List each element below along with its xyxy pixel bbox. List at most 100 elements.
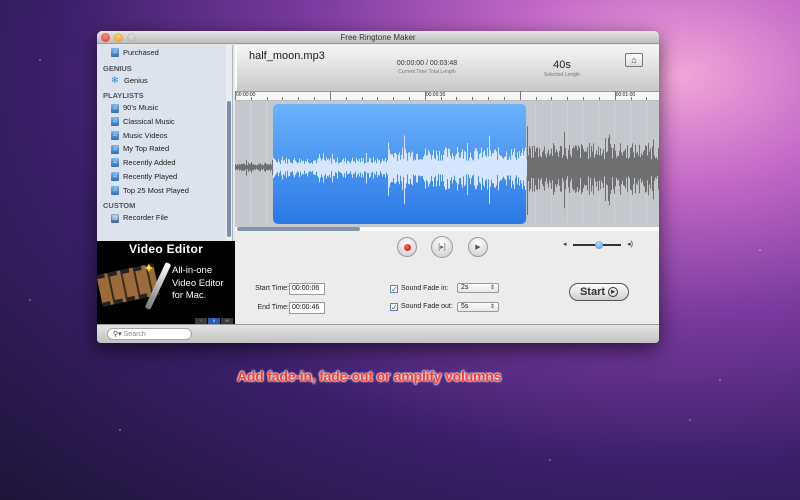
fade-out-label: Sound Fade out:	[401, 303, 453, 310]
start-button-label: Start	[579, 286, 606, 298]
ruler-tick	[329, 91, 331, 100]
source-sidebar: ♫ Purchased GENIUS ✻ Genius PLAYLISTS ♫ 9…	[97, 45, 233, 241]
waveform-view[interactable]	[235, 101, 659, 227]
ruler-tick	[345, 97, 347, 100]
controls-panel: [▸] ▶ ◂ ◂) Start Time: 00:00:06 End Time…	[235, 231, 659, 324]
ad-text: All-in-one Video Editor for Mac.	[172, 265, 224, 303]
play-button[interactable]: ▶	[468, 237, 488, 257]
waveform-canvas[interactable]	[235, 101, 659, 227]
start-button[interactable]: Start ▶	[569, 283, 629, 301]
ruler-tick	[472, 97, 474, 100]
select-arrows-icon: ⇕	[489, 285, 495, 291]
play-selection-icon: [▸]	[438, 244, 446, 251]
ruler-tick	[393, 97, 395, 100]
sidebar-item-music-videos[interactable]: ♫ Music Videos	[97, 129, 232, 143]
fade-in-checkbox[interactable]: ✓	[390, 285, 398, 294]
volume-high-icon: ◂)	[627, 241, 633, 248]
play-icon: ▶	[475, 244, 481, 251]
sidebar-scrollbar[interactable]	[226, 45, 232, 241]
sidebar-item-label: My Top Rated	[123, 144, 170, 154]
search-placeholder: Search	[123, 331, 146, 338]
bottom-bar: ⚲▾ Search	[97, 324, 659, 343]
sidebar-item-label: Recorder File	[123, 213, 169, 223]
ruler-tick	[266, 97, 268, 100]
ruler-tick	[314, 97, 316, 100]
ruler-tick	[488, 97, 490, 100]
file-name: half_moon.mp3	[249, 50, 325, 62]
ad-line: All-in-one	[172, 265, 213, 276]
ad-line: Video Editor	[172, 277, 224, 289]
sidebar-item-label: Recently Added	[123, 158, 176, 168]
selected-length: 40s	[553, 59, 571, 71]
store-icon: ♫	[111, 48, 119, 58]
start-time-field[interactable]: 00:00:06	[289, 283, 325, 295]
playlist-icon: ♫	[111, 144, 119, 154]
fade-out-select[interactable]: 5s ⇕	[457, 302, 499, 312]
sidebar-item-my-top-rated[interactable]: ♫ My Top Rated	[97, 142, 232, 156]
ruler-tick	[409, 97, 411, 100]
sidebar-item-label: Music Videos	[123, 130, 168, 140]
video-editor-ad-banner[interactable]: ✦ Video Editor All-in-one Video Editor f…	[97, 241, 235, 324]
sidebar-item-recently-added[interactable]: ♫ Recently Added	[97, 156, 232, 170]
selected-length-caption: Selected Length	[543, 72, 581, 78]
playlist-icon: ♫	[111, 103, 119, 113]
fade-in-label: Sound Fade in:	[401, 285, 449, 292]
ruler-tick	[646, 97, 648, 100]
ruler-tick	[583, 97, 585, 100]
fade-out-checkbox[interactable]: ✓	[390, 303, 398, 312]
time-readout-caption: Current Time Total Length	[398, 69, 456, 75]
ad-title: Video Editor	[129, 242, 204, 256]
play-circle-icon: ▶	[608, 287, 619, 297]
select-arrows-icon: ⇕	[489, 304, 495, 310]
record-button[interactable]	[397, 237, 417, 257]
sidebar-item-label: Recently Played	[123, 171, 178, 181]
ruler-tick	[551, 97, 553, 100]
minimize-window-button[interactable]	[114, 33, 123, 42]
time-ruler[interactable]: 00:00:00 00:00:30 00:01:00	[235, 91, 659, 101]
fade-in-value: 2s	[461, 284, 469, 291]
window-title: Free Ringtone Maker	[340, 33, 416, 42]
sidebar-item-genius[interactable]: ✻ Genius	[97, 74, 232, 88]
ruler-tick	[456, 97, 458, 100]
time-readout: 00:00:00 / 00:03:48	[396, 60, 458, 67]
volume-low-icon: ◂	[563, 241, 567, 248]
end-time-field[interactable]: 00:00:46	[289, 302, 325, 314]
end-time-label: End Time:	[257, 304, 289, 311]
section-heading-genius: GENIUS	[103, 63, 132, 73]
genius-icon: ✻	[111, 75, 119, 86]
sidebar-item-classical-music[interactable]: ♫ Classical Music	[97, 115, 232, 129]
search-icon: ⚲▾	[113, 331, 122, 338]
record-icon	[403, 243, 411, 251]
section-heading-playlists: PLAYLISTS	[103, 91, 144, 101]
sidebar-item-recently-played[interactable]: ♫ Recently Played	[97, 170, 232, 184]
zoom-window-button[interactable]	[127, 33, 136, 42]
ruler-tick	[535, 97, 537, 100]
close-window-button[interactable]	[101, 33, 110, 42]
ruler-label: 00:00:00	[236, 92, 256, 98]
playlist-icon: ♫	[111, 158, 119, 168]
sidebar-item-90s-music[interactable]: ♫ 90's Music	[97, 101, 232, 115]
sidebar-item-label: Top 25 Most Played	[123, 185, 189, 195]
fade-in-select[interactable]: 2s ⇕	[457, 283, 499, 293]
ad-line: for Mac.	[172, 290, 207, 301]
promo-caption: Add fade-in, fade-out or amplify volumns	[237, 368, 502, 384]
sidebar-item-top-25-most-played[interactable]: ♫ Top 25 Most Played	[97, 184, 232, 198]
playlist-icon: ♫	[111, 185, 119, 195]
ruler-tick	[519, 91, 521, 100]
sidebar-item-purchased[interactable]: ♫ Purchased	[97, 46, 232, 60]
volume-slider-knob[interactable]	[595, 241, 604, 249]
playlist-icon: ♫	[111, 131, 119, 141]
recorder-icon: ▤	[111, 213, 119, 223]
play-selection-button[interactable]: [▸]	[431, 236, 453, 258]
app-window: Free Ringtone Maker ♫ Purchased GENIUS ✻…	[97, 31, 659, 343]
ruler-label: 00:01:00	[615, 92, 636, 98]
start-time-label: Start Time:	[255, 285, 289, 292]
fade-out-value: 5s	[461, 303, 469, 310]
sidebar-scroll-thumb[interactable]	[227, 101, 231, 237]
playlist-icon: ♫	[111, 117, 119, 127]
playlist-icon: ♫	[111, 172, 119, 182]
sidebar-item-recorder-file[interactable]: ▤ Recorder File	[97, 211, 232, 225]
sidebar-item-label: Classical Music	[123, 117, 175, 127]
search-field[interactable]: ⚲▾ Search	[107, 328, 192, 340]
home-button[interactable]: ⌂	[625, 53, 643, 67]
